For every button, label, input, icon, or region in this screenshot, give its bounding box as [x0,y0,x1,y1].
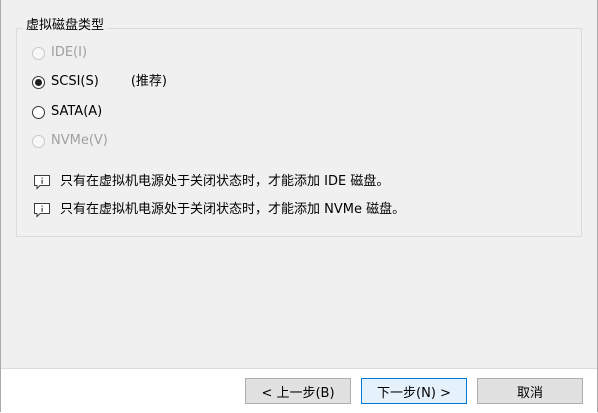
content-panel: 虚拟磁盘类型 IDE(I) SCSI(S) (推荐) SATA(A) NVMe(… [1,0,597,368]
group-title: 虚拟磁盘类型 [23,17,108,35]
radio-ide [32,46,45,60]
next-button[interactable]: 下一步(N) > [361,378,467,404]
radio-nvme-option: NVMe(V) [32,131,108,151]
radio-nvme [32,134,45,148]
radio-sata-label[interactable]: SATA(A) [51,102,102,122]
note-nvme: 只有在虚拟机电源处于关闭状态时，才能添加 NVMe 磁盘。 [33,200,405,220]
info-icon [34,175,50,190]
recommended-label: (推荐) [130,74,167,89]
radio-nvme-label: NVMe(V) [51,133,108,148]
note-ide: 只有在虚拟机电源处于关闭状态时，才能添加 IDE 磁盘。 [33,172,389,192]
info-icon [34,203,50,218]
note-nvme-text: 只有在虚拟机电源处于关闭状态时，才能添加 NVMe 磁盘。 [60,202,406,217]
dialog-window: 虚拟磁盘类型 IDE(I) SCSI(S) (推荐) SATA(A) NVMe(… [0,0,598,412]
radio-ide-option: IDE(I) [32,43,87,63]
cancel-button[interactable]: 取消 [477,378,583,404]
note-ide-text: 只有在虚拟机电源处于关闭状态时，才能添加 IDE 磁盘。 [60,174,390,189]
radio-scsi-option[interactable]: SCSI(S) (推荐) [32,72,167,92]
radio-sata-option[interactable]: SATA(A) [32,102,102,122]
radio-scsi[interactable] [32,75,45,89]
back-button[interactable]: < 上一步(B) [245,378,351,404]
radio-sata[interactable] [32,105,45,119]
radio-ide-label: IDE(I) [51,45,88,60]
radio-scsi-label[interactable]: SCSI(S) [51,72,99,92]
